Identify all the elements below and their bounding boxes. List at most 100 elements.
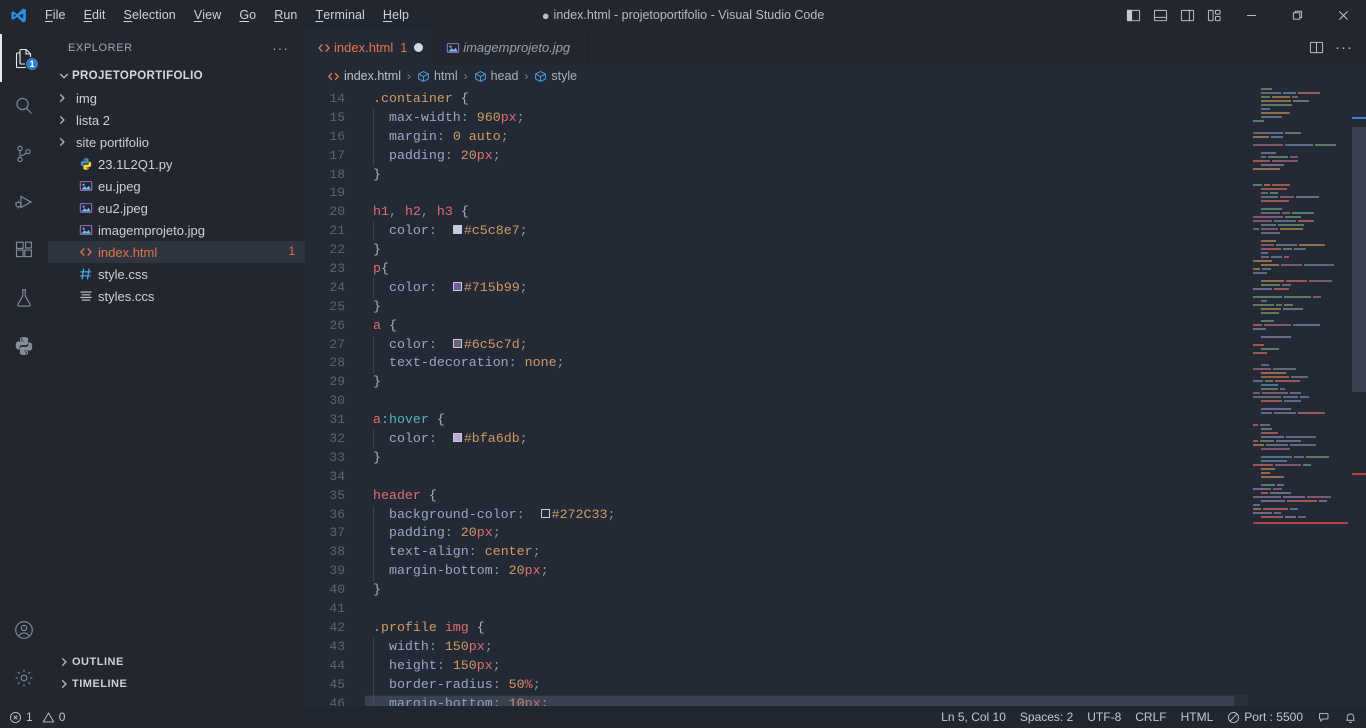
menu-selection[interactable]: Selection [115, 0, 185, 30]
tree-item-python-file[interactable]: 23.1L2Q1.py [48, 153, 305, 175]
menu-run[interactable]: Run [265, 0, 306, 30]
code-line[interactable]: padding: 20px; [365, 146, 1248, 166]
toggle-panel-icon[interactable] [1147, 0, 1174, 30]
tree-item-index-html[interactable]: index.html 1 [48, 241, 305, 263]
editor-horizontal-scrollbar[interactable] [365, 696, 1234, 706]
activity-source-control[interactable] [0, 130, 48, 178]
toggle-primary-sidebar-icon[interactable] [1120, 0, 1147, 30]
minimap[interactable] [1248, 87, 1366, 706]
color-swatch[interactable] [540, 508, 550, 518]
code-line[interactable]: .profile img { [365, 619, 1248, 638]
toggle-secondary-sidebar-icon[interactable] [1174, 0, 1201, 30]
code-line[interactable]: color: #c5c8e7; [365, 222, 1248, 242]
breadcrumb-item-head[interactable]: head [474, 69, 518, 83]
activity-accounts[interactable] [0, 606, 48, 654]
code-token: : [516, 506, 541, 522]
maximize-restore-button[interactable] [1274, 0, 1320, 30]
code-line[interactable]: header { [365, 487, 1248, 506]
tree-item-img[interactable]: img [48, 87, 305, 109]
status-notifications[interactable] [1337, 706, 1364, 728]
sidebar-section-timeline[interactable]: TIMELINE [48, 673, 305, 695]
status-encoding[interactable]: UTF-8 [1080, 706, 1128, 728]
code-line[interactable] [365, 184, 1248, 203]
code-line[interactable]: } [365, 581, 1248, 600]
activity-python[interactable] [0, 322, 48, 370]
code-content[interactable]: .container { max-width: 960px; margin: 0… [365, 87, 1248, 706]
menu-edit[interactable]: Edit [75, 0, 115, 30]
code-line[interactable]: p{ [365, 260, 1248, 279]
code-line[interactable]: background-color: #272C33; [365, 505, 1248, 525]
close-button[interactable] [1320, 0, 1366, 30]
code-line[interactable]: color: #bfa6db; [365, 430, 1248, 449]
activity-testing[interactable] [0, 274, 48, 322]
code-line[interactable] [365, 468, 1248, 487]
menu-help[interactable]: Help [374, 0, 418, 30]
code-line[interactable]: border-radius: 50%; [365, 675, 1248, 695]
code-line[interactable]: height: 150px; [365, 656, 1248, 676]
code-line[interactable]: color: #6c5c7d; [365, 335, 1248, 355]
code-line[interactable]: a { [365, 317, 1248, 336]
color-swatch[interactable] [452, 281, 462, 291]
code-line[interactable]: text-align: center; [365, 543, 1248, 563]
status-cursor-position[interactable]: Ln 5, Col 10 [934, 706, 1013, 728]
menu-terminal[interactable]: Terminal [306, 0, 373, 30]
minimize-button[interactable] [1228, 0, 1274, 30]
status-feedback[interactable] [1310, 706, 1337, 728]
tree-item-imagemprojeto-jpg[interactable]: imagemprojeto.jpg [48, 219, 305, 241]
code-line[interactable] [365, 600, 1248, 619]
code-line[interactable]: margin-bottom: 20px; [365, 562, 1248, 582]
menu-go[interactable]: Go [230, 0, 265, 30]
code-line[interactable]: h1, h2, h3 { [365, 203, 1248, 222]
tree-item-styles-ccs[interactable]: styles.ccs [48, 285, 305, 307]
breadcrumb-item-style[interactable]: style [534, 69, 577, 83]
tree-item-eu-jpeg[interactable]: eu.jpeg [48, 175, 305, 197]
sidebar-section-outline[interactable]: OUTLINE [48, 651, 305, 673]
customize-layout-icon[interactable] [1201, 0, 1228, 30]
code-line[interactable]: text-decoration: none; [365, 354, 1248, 374]
code-line[interactable]: max-width: 960px; [365, 108, 1248, 128]
menu-file[interactable]: File [36, 0, 75, 30]
editor-more-actions-icon[interactable]: ··· [1330, 30, 1358, 65]
activity-explorer[interactable]: 1 [0, 34, 48, 82]
activity-manage-settings[interactable] [0, 654, 48, 702]
tree-item-style-css[interactable]: style.css [48, 263, 305, 285]
workspace-folder-row[interactable]: PROJETOPORTIFOLIO [48, 65, 305, 87]
code-line[interactable] [365, 392, 1248, 411]
tab-imagemprojeto-jpg[interactable]: imagemprojeto.jpg [434, 30, 589, 65]
color-swatch[interactable] [452, 225, 462, 235]
editor-vertical-scrollbar[interactable] [1352, 87, 1366, 706]
tab-index-html[interactable]: index.html 1 [305, 30, 435, 65]
code-line[interactable]: } [365, 166, 1248, 185]
code-line[interactable]: width: 150px; [365, 637, 1248, 657]
status-live-server-port[interactable]: Port : 5500 [1220, 706, 1310, 728]
tree-item-lista-2[interactable]: lista 2 [48, 109, 305, 131]
status-indentation[interactable]: Spaces: 2 [1013, 706, 1080, 728]
status-language-mode[interactable]: HTML [1174, 706, 1221, 728]
code-line[interactable]: padding: 20px; [365, 524, 1248, 544]
activity-run-and-debug[interactable] [0, 178, 48, 226]
status-problems[interactable]: 1 0 [2, 706, 72, 728]
activity-search[interactable] [0, 82, 48, 130]
code-line[interactable]: } [365, 241, 1248, 260]
scrollbar-thumb[interactable] [1352, 127, 1366, 392]
code-line[interactable]: .container { [365, 90, 1248, 109]
breadcrumb-item-html[interactable]: html [417, 69, 458, 83]
color-swatch[interactable] [452, 338, 462, 348]
status-eol[interactable]: CRLF [1128, 706, 1173, 728]
code-line[interactable]: } [365, 373, 1248, 392]
activity-extensions[interactable] [0, 226, 48, 274]
tab-dirty-indicator-icon[interactable] [414, 43, 424, 52]
tree-item-site-portifolio[interactable]: site portifolio [48, 131, 305, 153]
breadcrumb-item-file[interactable]: index.html [327, 69, 401, 83]
code-line[interactable]: color: #715b99; [365, 278, 1248, 298]
explorer-more-actions-icon[interactable]: ··· [266, 40, 295, 56]
code-line[interactable]: a:hover { [365, 411, 1248, 430]
color-swatch[interactable] [452, 433, 462, 443]
code-line[interactable]: } [365, 449, 1248, 468]
code-line[interactable]: } [365, 298, 1248, 317]
code-line[interactable]: margin: 0 auto; [365, 127, 1248, 147]
tree-item-eu2-jpeg[interactable]: eu2.jpeg [48, 197, 305, 219]
split-editor-icon[interactable] [1302, 30, 1330, 65]
code-editor[interactable]: 14 15 16 17 18 19 20 21 22 23 24 25 26 27 28 29 30 31 32 33… [305, 87, 1366, 706]
menu-view[interactable]: View [185, 0, 231, 30]
